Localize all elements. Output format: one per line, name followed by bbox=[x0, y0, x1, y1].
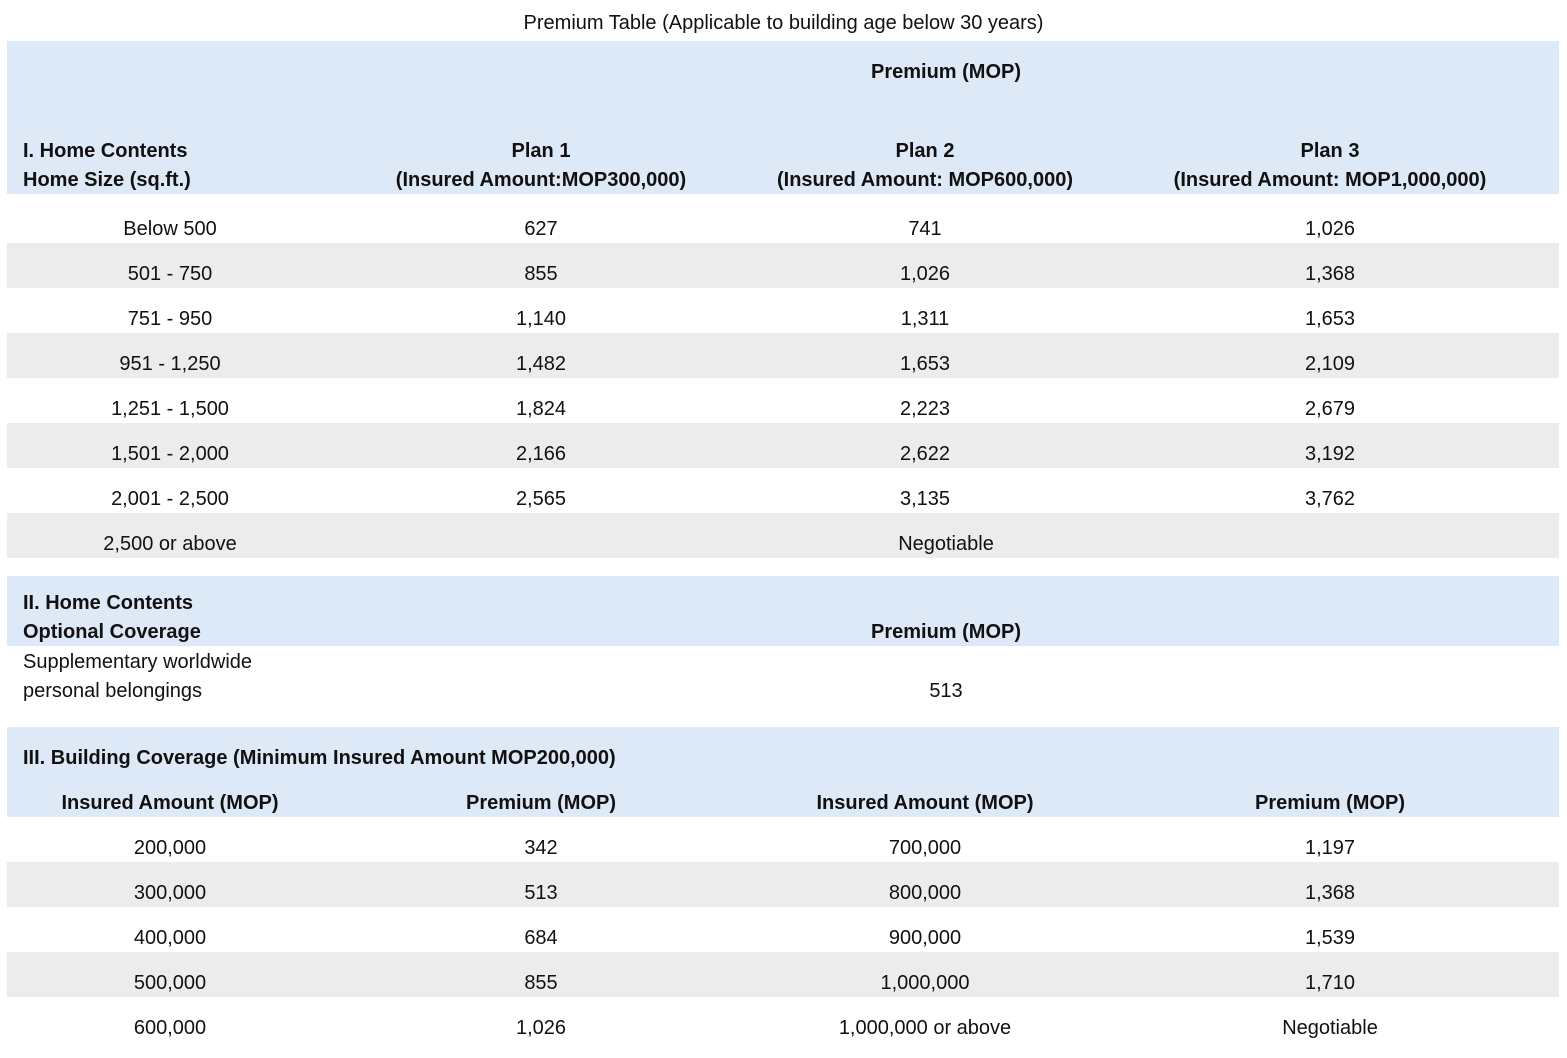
plan1-name: Plan 1 bbox=[511, 140, 571, 162]
section1-header-line1: I. Home Contents bbox=[23, 140, 188, 162]
home-size: 1,501 - 2,000 bbox=[111, 443, 229, 465]
negotiable-value: Negotiable bbox=[898, 533, 994, 555]
plan1-premium: 2,565 bbox=[515, 488, 567, 510]
optional-item-line2: personal belongings bbox=[23, 680, 203, 702]
plan2-premium: 2,223 bbox=[899, 398, 951, 420]
building-premium: 1,539 bbox=[1304, 927, 1356, 949]
plan1-premium: 855 bbox=[524, 263, 558, 285]
plan1-premium: 627 bbox=[524, 218, 558, 240]
building-insured: 400,000 bbox=[133, 927, 207, 949]
col-premium: Premium (MOP) bbox=[1254, 792, 1406, 814]
plan3-insured: (Insured Amount: MOP1,000,000) bbox=[1173, 169, 1487, 191]
building-insured: 500,000 bbox=[133, 972, 207, 994]
home-size: 2,500 or above bbox=[103, 533, 237, 555]
plan3-premium: 1,368 bbox=[1304, 263, 1356, 285]
section2-premium-header: Premium (MOP) bbox=[870, 621, 1022, 643]
plan2-premium: 741 bbox=[908, 218, 942, 240]
building-insured: 200,000 bbox=[133, 837, 207, 859]
plan3-premium: 3,192 bbox=[1304, 443, 1356, 465]
home-size: Below 500 bbox=[123, 218, 217, 240]
building-insured: 900,000 bbox=[888, 927, 962, 949]
plan2-premium: 1,026 bbox=[899, 263, 951, 285]
section1-premium-header: Premium (MOP) bbox=[870, 61, 1022, 83]
col-insured-amount: Insured Amount (MOP) bbox=[61, 792, 279, 814]
home-size: 751 - 950 bbox=[127, 308, 213, 330]
building-insured: 300,000 bbox=[133, 882, 207, 904]
section3-header: III. Building Coverage (Minimum Insured … bbox=[23, 747, 616, 769]
building-premium: 1,197 bbox=[1304, 837, 1356, 859]
home-size: 951 - 1,250 bbox=[119, 353, 221, 375]
plan3-premium: 1,653 bbox=[1304, 308, 1356, 330]
plan2-premium: 2,622 bbox=[899, 443, 951, 465]
building-insured: 600,000 bbox=[133, 1017, 207, 1039]
optional-item-premium: 513 bbox=[929, 680, 963, 702]
home-size: 2,001 - 2,500 bbox=[111, 488, 229, 510]
building-insured: 1,000,000 or above bbox=[838, 1017, 1012, 1039]
building-premium: 1,368 bbox=[1304, 882, 1356, 904]
plan3-premium: 2,679 bbox=[1304, 398, 1356, 420]
building-premium: 1,710 bbox=[1304, 972, 1356, 994]
plan2-premium: 1,653 bbox=[899, 353, 951, 375]
plan2-premium: 1,311 bbox=[900, 308, 950, 330]
section2-header-line2: Optional Coverage bbox=[23, 621, 201, 643]
home-size: 501 - 750 bbox=[127, 263, 213, 285]
home-size: 1,251 - 1,500 bbox=[111, 398, 229, 420]
building-insured: 700,000 bbox=[888, 837, 962, 859]
building-premium: Negotiable bbox=[1282, 1017, 1378, 1039]
optional-item-line1: Supplementary worldwide bbox=[23, 651, 253, 673]
plan3-premium: 3,762 bbox=[1304, 488, 1356, 510]
plan2-name: Plan 2 bbox=[895, 140, 955, 162]
plan1-premium: 1,824 bbox=[515, 398, 567, 420]
page-title: Premium Table (Applicable to building ag… bbox=[523, 12, 1044, 34]
col-insured-amount: Insured Amount (MOP) bbox=[816, 792, 1034, 814]
section2-header-line1: II. Home Contents bbox=[23, 592, 194, 614]
building-premium: 513 bbox=[524, 882, 558, 904]
plan1-premium: 1,482 bbox=[515, 353, 567, 375]
plan3-premium: 1,026 bbox=[1304, 218, 1356, 240]
col-premium: Premium (MOP) bbox=[465, 792, 617, 814]
plan1-premium: 1,140 bbox=[515, 308, 567, 330]
building-insured: 800,000 bbox=[888, 882, 962, 904]
building-premium: 855 bbox=[524, 972, 558, 994]
building-insured: 1,000,000 bbox=[880, 972, 970, 994]
plan2-premium: 3,135 bbox=[899, 488, 951, 510]
plan3-name: Plan 3 bbox=[1300, 140, 1360, 162]
building-premium: 1,026 bbox=[515, 1017, 567, 1039]
plan3-premium: 2,109 bbox=[1304, 353, 1356, 375]
section1-header-line2: Home Size (sq.ft.) bbox=[23, 169, 191, 191]
plan1-insured: (Insured Amount:MOP300,000) bbox=[395, 169, 687, 191]
plan2-insured: (Insured Amount: MOP600,000) bbox=[777, 169, 1073, 191]
building-premium: 342 bbox=[524, 837, 558, 859]
plan1-premium: 2,166 bbox=[515, 443, 567, 465]
building-premium: 684 bbox=[524, 927, 558, 949]
